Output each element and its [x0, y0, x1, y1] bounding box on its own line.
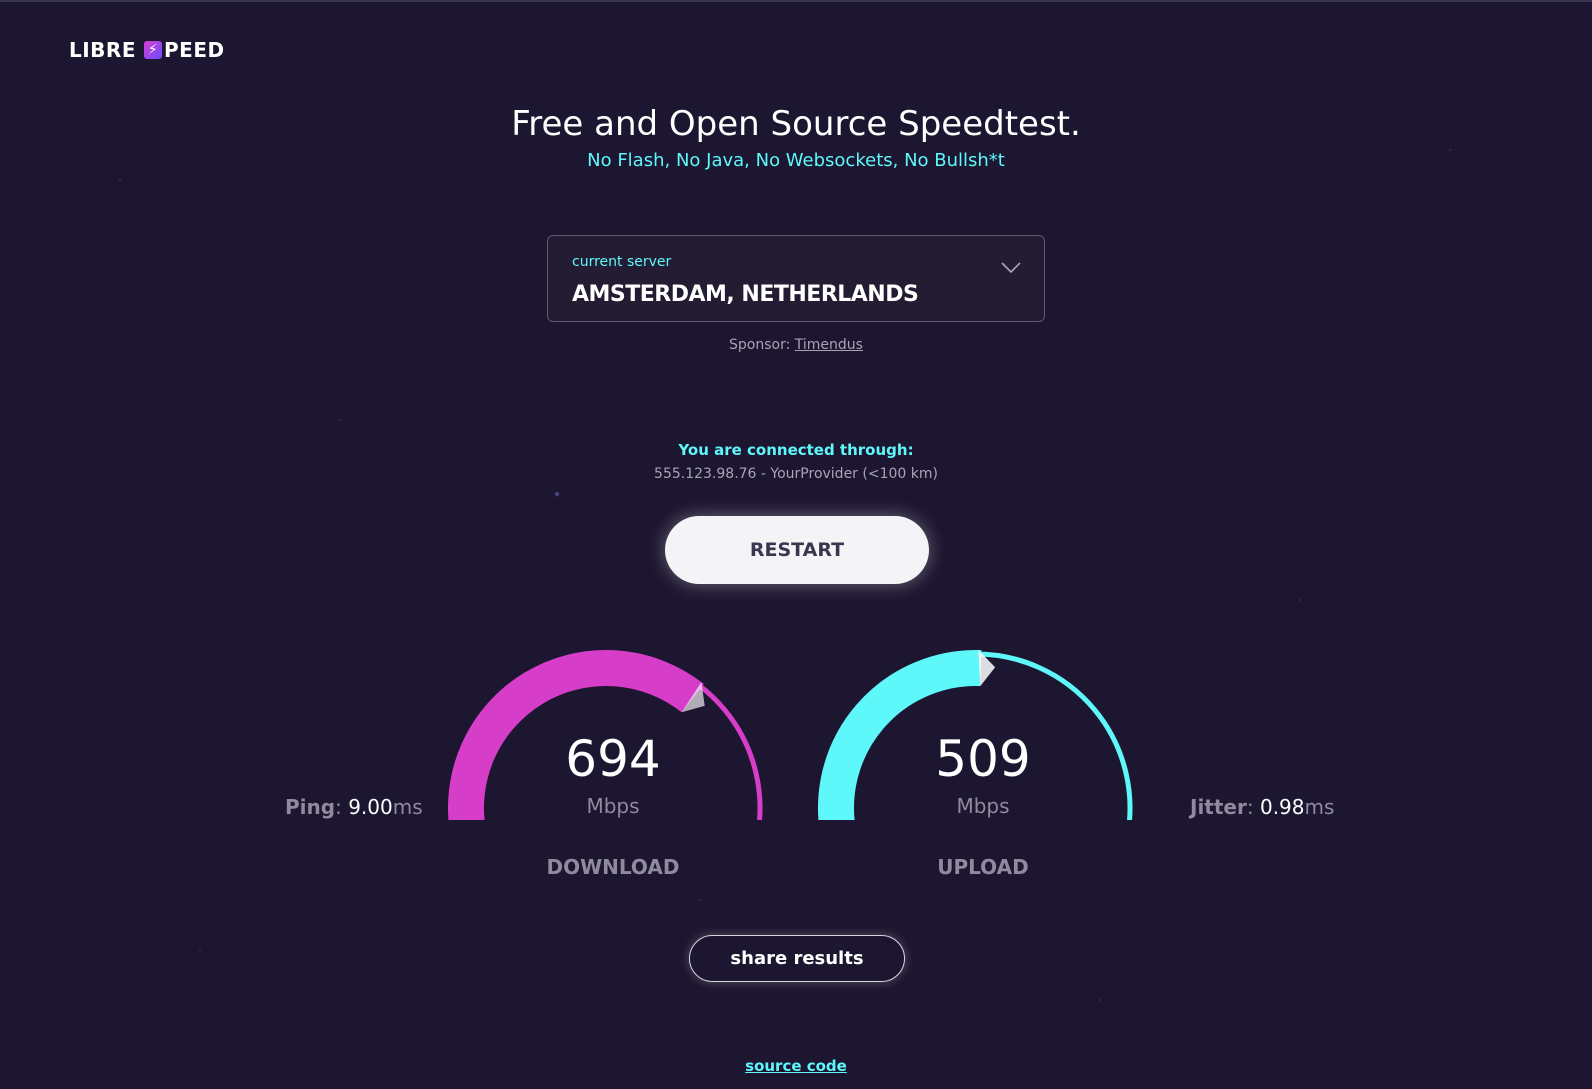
upload-gauge: 509 Mbps UPLOAD: [818, 650, 1148, 879]
sponsor-link[interactable]: Timendus: [795, 337, 863, 353]
ping-unit: ms: [392, 795, 423, 819]
jitter-readout: Jitter: 0.98ms: [1190, 795, 1335, 819]
ping-value: 9.00: [348, 795, 393, 819]
server-selector[interactable]: current server AMSTERDAM, NETHERLANDS: [547, 235, 1045, 322]
source-code-link[interactable]: source code: [745, 1057, 847, 1075]
sponsor-line: Sponsor: Timendus: [0, 337, 1592, 353]
upload-value: 509: [935, 730, 1031, 788]
connection-value: 555.123.98.76 - YourProvider (<100 km): [654, 466, 938, 482]
download-gauge: 694 Mbps DOWNLOAD: [448, 650, 778, 879]
jitter-value: 0.98: [1259, 795, 1305, 819]
logo-text-right: PEED: [164, 38, 225, 62]
connection-label: You are connected through:: [678, 441, 914, 459]
logo-text-left: LIBRE: [69, 38, 136, 62]
download-value: 694: [565, 730, 661, 788]
upload-unit: Mbps: [956, 794, 1010, 818]
sponsor-label: Sponsor:: [729, 337, 791, 353]
chevron-down-icon: [1001, 262, 1021, 274]
share-results-button[interactable]: share results: [689, 935, 905, 982]
server-value: AMSTERDAM, NETHERLANDS: [572, 282, 919, 307]
ping-readout: Ping: 9.00ms: [285, 795, 423, 819]
page-title: Free and Open Source Speedtest.: [511, 104, 1081, 144]
page-subtitle: No Flash, No Java, No Websockets, No Bul…: [587, 150, 1005, 171]
restart-button[interactable]: RESTART: [665, 516, 929, 584]
top-border: [0, 0, 1592, 2]
download-caption: DOWNLOAD: [546, 855, 680, 879]
upload-caption: UPLOAD: [937, 855, 1029, 879]
jitter-unit: ms: [1304, 795, 1335, 819]
download-unit: Mbps: [586, 794, 640, 818]
bolt-icon: ⚡: [144, 41, 162, 59]
ping-label: Ping: [285, 795, 336, 819]
server-label: current server: [572, 254, 672, 270]
jitter-label: Jitter: [1190, 795, 1247, 819]
footer: source code: [0, 1057, 1592, 1075]
logo: LIBRE ⚡ PEED: [69, 38, 225, 62]
